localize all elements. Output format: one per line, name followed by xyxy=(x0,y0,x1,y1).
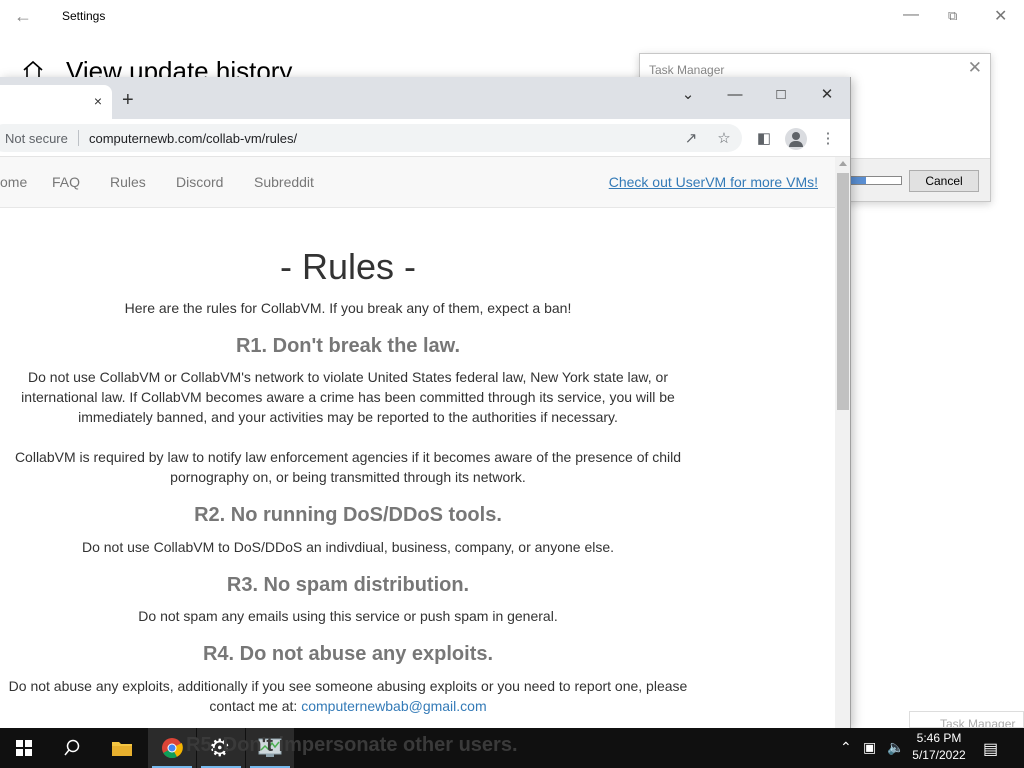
nav-link-discord[interactable]: Discord xyxy=(176,174,223,190)
address-bar[interactable]: Not secure computernewb.com/collab-vm/ru… xyxy=(0,124,742,152)
rule-heading-r1: R1. Don't break the law. xyxy=(235,335,461,357)
bookmark-star-icon[interactable]: ☆ xyxy=(715,130,733,148)
close-icon[interactable]: ✕ xyxy=(994,6,1007,26)
close-icon[interactable]: ✕ xyxy=(968,58,982,78)
network-icon[interactable]: ▣ xyxy=(863,739,876,756)
tab-close-icon[interactable]: × xyxy=(94,93,102,109)
profile-avatar[interactable] xyxy=(785,128,807,150)
divider xyxy=(78,130,79,146)
menu-kebab-icon[interactable]: ⋮ xyxy=(819,130,837,148)
nav-link-subreddit[interactable]: Subreddit xyxy=(254,174,314,190)
contact-email-link[interactable]: computernewbab@gmail.com xyxy=(301,698,486,714)
notification-peek[interactable]: Task Manager xyxy=(909,711,1024,728)
settings-title: Settings xyxy=(62,9,106,23)
page-title: - Rules - xyxy=(279,246,417,287)
browser-toolbar: Not secure computernewb.com/collab-vm/ru… xyxy=(0,119,850,157)
task-manager-title: Task Manager xyxy=(649,63,725,77)
rule-text-r1: Do not use CollabVM or CollabVM's networ… xyxy=(21,369,675,425)
browser-tab[interactable]: × xyxy=(0,85,112,119)
rule-heading-r4: R4. Do not abuse any exploits. xyxy=(202,643,494,665)
search-button[interactable] xyxy=(48,728,96,768)
uservm-promo-link[interactable]: Check out UserVM for more VMs! xyxy=(609,174,818,190)
chrome-icon xyxy=(162,738,183,759)
close-icon[interactable]: ✕ xyxy=(810,82,844,108)
security-label[interactable]: Not secure xyxy=(5,131,68,146)
action-center-icon[interactable]: ▤ xyxy=(983,739,998,759)
minimize-icon[interactable]: — xyxy=(718,82,752,108)
cancel-button[interactable]: Cancel xyxy=(909,170,979,192)
tab-search-icon[interactable]: ⌄ xyxy=(671,82,705,108)
scroll-up-icon[interactable] xyxy=(839,161,847,166)
new-tab-button[interactable]: + xyxy=(122,90,134,110)
nav-link-rules[interactable]: Rules xyxy=(110,174,146,190)
rule-text-r3: Do not spam any emails using this servic… xyxy=(138,608,558,624)
rule-heading-r2: R2. No running DoS/DDoS tools. xyxy=(194,504,502,526)
url-text[interactable]: computernewb.com/collab-vm/rules/ xyxy=(89,131,297,146)
rule-heading-r5: R5. Don't impersonate other users. xyxy=(186,734,518,756)
windows-logo-icon xyxy=(16,740,32,756)
back-arrow-icon[interactable]: ← xyxy=(14,6,32,27)
page-content: ome FAQ Rules Discord Subreddit Check ou… xyxy=(0,157,835,728)
file-explorer-button[interactable] xyxy=(98,728,146,768)
search-icon xyxy=(64,739,80,756)
chevron-up-icon[interactable]: ⌃ xyxy=(840,739,852,756)
rule-heading-r3: R3. No spam distribution. xyxy=(226,574,470,596)
intro-text: Here are the rules for CollabVM. If you … xyxy=(124,300,572,316)
rule-text-r2: Do not use CollabVM to DoS/DDoS an indiv… xyxy=(81,539,615,555)
scrollbar-thumb[interactable] xyxy=(837,173,849,410)
tab-strip: × + ⌄ — □ ✕ xyxy=(0,77,850,119)
minimize-icon[interactable]: — xyxy=(903,6,919,24)
site-navbar: ome FAQ Rules Discord Subreddit Check ou… xyxy=(0,157,835,208)
volume-icon[interactable]: 🔈 xyxy=(887,739,904,756)
rule-text-r1-child: CollabVM is required by law to notify la… xyxy=(14,449,682,485)
side-panel-icon[interactable]: ◧ xyxy=(755,130,773,148)
taskbar-clock[interactable]: 5:46 PM 5/17/2022 xyxy=(905,730,973,764)
share-icon[interactable]: ↗ xyxy=(682,130,700,148)
clock-time: 5:46 PM xyxy=(916,731,962,745)
scrollbar[interactable] xyxy=(835,157,850,728)
progress-bar xyxy=(850,176,902,185)
folder-icon xyxy=(112,742,132,756)
nav-link-home[interactable]: ome xyxy=(0,174,27,190)
nav-link-faq[interactable]: FAQ xyxy=(52,174,80,190)
start-button[interactable] xyxy=(0,728,48,768)
maximize-icon[interactable]: □ xyxy=(764,82,798,108)
rule-text-r4: Do not abuse any exploits, additionally … xyxy=(8,676,688,716)
clock-date: 5/17/2022 xyxy=(912,748,966,762)
restore-icon[interactable]: ⧉ xyxy=(948,8,957,24)
